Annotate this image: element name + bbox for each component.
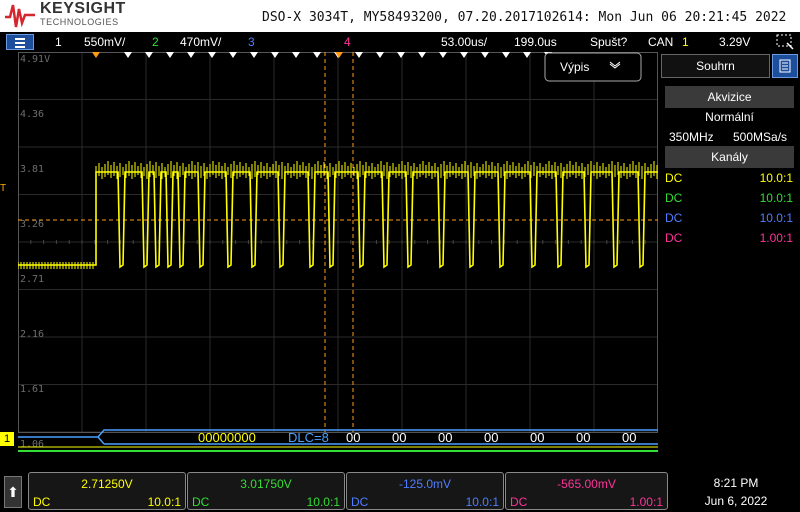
sample-rate: 500MSa/s	[733, 130, 788, 144]
volt-label: 1.61	[20, 384, 44, 395]
volt-label: 2.71	[20, 274, 44, 285]
ch1-number[interactable]: 1	[55, 35, 62, 49]
measurement-bar: ⬆ 2.71250V DC 10.0:1 3.01750V DC 10.0:1 …	[0, 470, 800, 512]
ch1-scale[interactable]: 550mV/	[84, 35, 125, 49]
ch1-coupling: DC	[33, 495, 51, 509]
ch1-ground-marker[interactable]: 1	[0, 432, 14, 446]
trigger-level-marker[interactable]: T	[0, 183, 6, 194]
volt-label: 1.06	[20, 439, 44, 450]
trigger-level[interactable]: 3.29V	[719, 35, 750, 49]
panel-ch4-ratio: 1.00:1	[759, 231, 793, 245]
zoom-select-icon[interactable]	[775, 33, 795, 51]
decode-byte: 00	[392, 430, 406, 445]
panel-ch2-ratio: 10.0:1	[759, 191, 793, 205]
ch3-coupling: DC	[351, 495, 369, 509]
panel-ch2-row: DC 10.0:1	[665, 188, 793, 208]
volt-label: 3.26	[20, 219, 44, 230]
ch1-value: 2.71250V	[81, 477, 133, 491]
acquisition-mode: Normální	[705, 110, 754, 124]
bandwidth: 350MHz	[669, 130, 714, 144]
time-delay[interactable]: 199.0us	[514, 35, 557, 49]
decode-id: 00000000	[198, 430, 256, 445]
clock-date: Jun 6, 2022	[704, 494, 768, 508]
brand-name: KEYSIGHT	[40, 0, 126, 17]
trigger-type[interactable]: CAN	[648, 35, 673, 49]
side-panel: Souhrn Akvizice Normální 350MHz 500MSa/s…	[661, 52, 800, 452]
ch4-value: -565.00mV	[557, 477, 616, 491]
channels-header[interactable]: Kanály	[665, 146, 794, 168]
panel-ch1-ratio: 10.0:1	[759, 171, 793, 185]
ch4-measure-box[interactable]: -565.00mV DC 1.00:1	[505, 472, 668, 510]
instrument-info: DSO-X 3034T, MY58493200, 07.20.201710261…	[262, 10, 787, 25]
list-icon	[779, 59, 791, 73]
ch2-measure-box[interactable]: 3.01750V DC 10.0:1	[187, 472, 345, 510]
panel-ch4-coupling: DC	[665, 231, 683, 245]
channel-scale-bar: 1 550mV/ 2 470mV/ 3 4 53.00us/ 199.0us S…	[0, 32, 800, 52]
volt-label: 4.36	[20, 109, 44, 120]
list-button-label: Výpis	[560, 60, 589, 74]
brand-subtitle: TECHNOLOGIES	[40, 17, 119, 27]
ch3-value: -125.0mV	[398, 477, 452, 491]
panel-ch3-coupling: DC	[665, 211, 683, 225]
ch1-ratio: 10.0:1	[147, 495, 181, 509]
decode-byte: 00	[484, 430, 498, 445]
volt-label: 3.81	[20, 164, 44, 175]
ch2-scale[interactable]: 470mV/	[180, 35, 221, 49]
title-bar: KEYSIGHT TECHNOLOGIES DSO-X 3034T, MY584…	[0, 0, 800, 32]
ch2-number[interactable]: 2	[152, 35, 159, 49]
decode-byte: 00	[530, 430, 544, 445]
ch2-ratio: 10.0:1	[306, 495, 340, 509]
waveform-display[interactable]: 4.91V4.363.813.262.712.161.611.06 000000…	[18, 52, 658, 452]
panel-ch3-ratio: 10.0:1	[759, 211, 793, 225]
volt-label: 2.16	[20, 329, 44, 340]
panel-ch4-row: DC 1.00:1	[665, 228, 793, 248]
clock-time: 8:21 PM	[713, 476, 759, 490]
ch3-measure-box[interactable]: -125.0mV DC 10.0:1	[346, 472, 504, 510]
up-arrow-icon[interactable]: ⬆	[4, 476, 22, 508]
ch2-value: 3.01750V	[240, 477, 292, 491]
ch4-ratio: 1.00:1	[629, 495, 663, 509]
tab-summary[interactable]: Souhrn	[661, 54, 770, 78]
ch3-ratio: 10.0:1	[465, 495, 499, 509]
ch1-measure-box[interactable]: 2.71250V DC 10.0:1	[28, 472, 186, 510]
decode-byte: 00	[576, 430, 590, 445]
keysight-logo-icon	[5, 4, 35, 28]
panel-ch2-coupling: DC	[665, 191, 683, 205]
decode-dlc: DLC=8	[288, 430, 329, 445]
decode-byte: 00	[438, 430, 452, 445]
ch2-ground-line	[18, 450, 658, 452]
trigger-source[interactable]: 1	[682, 35, 689, 49]
panel-ch3-row: DC 10.0:1	[665, 208, 793, 228]
timebase-scale[interactable]: 53.00us/	[441, 35, 487, 49]
panel-ch1-coupling: DC	[665, 171, 683, 185]
ch4-coupling: DC	[510, 495, 528, 509]
ch4-number[interactable]: 4	[344, 35, 351, 49]
ch2-coupling: DC	[192, 495, 210, 509]
volt-label: 4.91V	[20, 54, 50, 65]
decode-byte: 00	[622, 430, 636, 445]
ch3-number[interactable]: 3	[248, 35, 255, 49]
acquisition-header[interactable]: Akvizice	[665, 86, 794, 108]
menu-button[interactable]	[6, 34, 34, 50]
panel-menu-button[interactable]	[772, 54, 798, 78]
trigger-mode[interactable]: Spušt?	[590, 35, 627, 49]
decode-byte: 00	[346, 430, 360, 445]
panel-ch1-row: DC 10.0:1	[665, 168, 793, 188]
